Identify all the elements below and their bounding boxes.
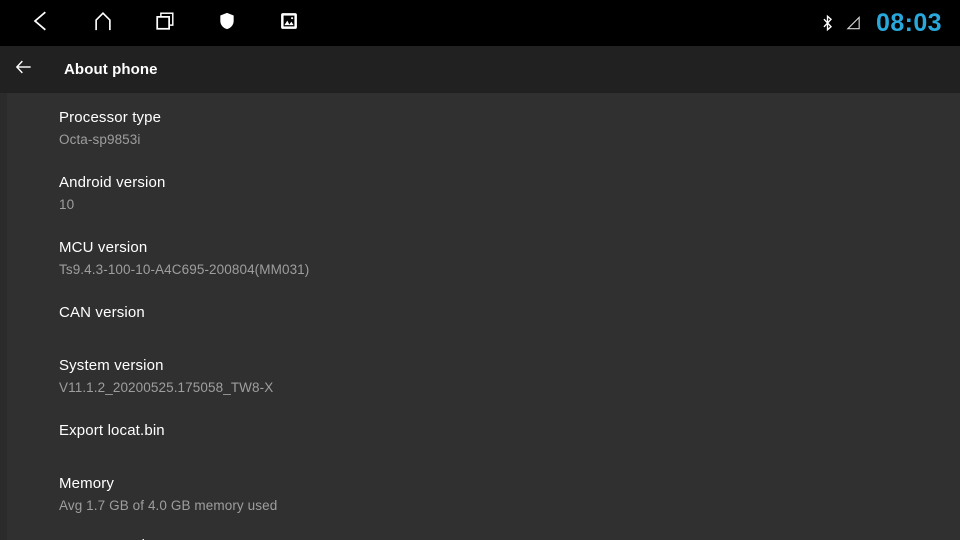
navigation-button-group [0, 0, 320, 46]
list-item-title: MCU version [59, 239, 148, 256]
arrow-left-icon [14, 57, 34, 82]
signal-triangle-icon [845, 14, 862, 32]
nav-shield-button[interactable] [196, 0, 258, 46]
chevron-left-icon [30, 10, 52, 37]
list-item-subtitle: Ts9.4.3-100-10-A4C695-200804(MM031) [59, 262, 310, 277]
list-item-can-version[interactable]: CAN version [0, 303, 960, 322]
list-item-subtitle: Octa-sp9853i [59, 132, 141, 147]
list-item-title: CAN version [59, 304, 145, 321]
list-item-title: Export locat.bin [59, 422, 165, 439]
status-bar: 08:03 [0, 0, 960, 46]
nav-back-button[interactable] [10, 0, 72, 46]
nav-home-button[interactable] [72, 0, 134, 46]
list-item-title: System version [59, 357, 164, 374]
nav-gallery-button[interactable] [258, 0, 320, 46]
list-item-title: Storage settings [59, 536, 960, 540]
list-item-title: Processor type [59, 109, 162, 126]
list-item-subtitle: Avg 1.7 GB of 4.0 GB memory used [59, 498, 278, 513]
list-item-processor-type[interactable]: Processor type Octa-sp9853i [0, 108, 960, 148]
list-item-title: Android version [59, 174, 166, 191]
status-clock: 08:03 [876, 8, 942, 37]
list-item-subtitle: V11.1.2_20200525.175058_TW8-X [59, 380, 274, 395]
list-item-mcu-version[interactable]: MCU version Ts9.4.3-100-10-A4C695-200804… [0, 238, 960, 278]
list-item-system-version[interactable]: System version V11.1.2_20200525.175058_T… [0, 356, 960, 396]
list-item-export-locat-bin[interactable]: Export locat.bin [0, 421, 960, 440]
android-settings-screen: 08:03 About phone Processor type Octa-sp… [0, 0, 960, 540]
image-icon [279, 11, 299, 36]
shield-icon [217, 11, 237, 36]
nav-recents-button[interactable] [134, 0, 196, 46]
list-item-subtitle: 10 [59, 197, 75, 212]
about-phone-list: Processor type Octa-sp9853i Android vers… [0, 93, 960, 540]
status-indicators: 08:03 [819, 0, 960, 46]
list-item-android-version[interactable]: Android version 10 [0, 173, 960, 213]
app-bar-back-button[interactable] [2, 46, 46, 93]
settings-content[interactable]: Processor type Octa-sp9853i Android vers… [0, 93, 960, 540]
bluetooth-icon [819, 13, 836, 33]
list-item-memory[interactable]: Memory Avg 1.7 GB of 4.0 GB memory used [0, 474, 960, 514]
app-bar: About phone [0, 46, 960, 93]
recents-icon [154, 10, 176, 37]
list-item-storage-settings[interactable]: Storage settings [0, 536, 960, 540]
list-item-title: Memory [59, 475, 115, 492]
page-title: About phone [64, 61, 158, 78]
home-icon [92, 10, 114, 37]
